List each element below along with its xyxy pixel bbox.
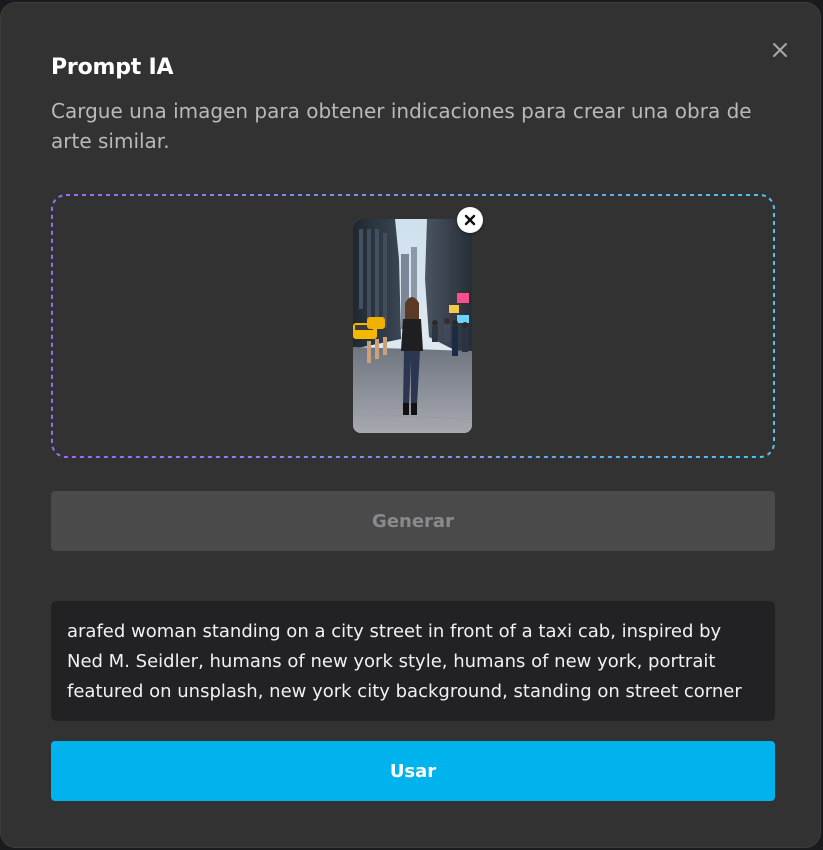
generate-button[interactable]: Generar bbox=[51, 491, 775, 551]
dialog-title: Prompt IA bbox=[51, 55, 174, 80]
close-circle-icon bbox=[464, 214, 476, 226]
close-icon[interactable] bbox=[767, 37, 793, 63]
remove-image-button[interactable] bbox=[457, 207, 483, 233]
uploaded-image-thumbnail bbox=[353, 219, 472, 433]
prompt-ia-dialog: Prompt IA Cargue una imagen para obtener… bbox=[0, 2, 821, 848]
dialog-subtitle: Cargue una imagen para obtener indicacio… bbox=[51, 99, 752, 153]
use-button[interactable]: Usar bbox=[51, 741, 775, 801]
prompt-result-text[interactable]: arafed woman standing on a city street i… bbox=[51, 601, 775, 721]
image-dropzone[interactable] bbox=[51, 194, 775, 458]
